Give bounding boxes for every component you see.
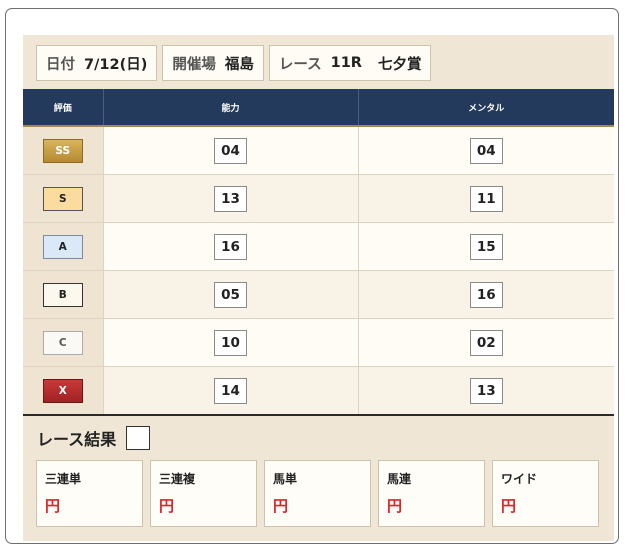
date-label: 日付 — [46, 56, 75, 73]
rank-badge-x: X — [42, 378, 83, 403]
race-result-heading: レース結果 — [37, 425, 151, 451]
table-row: S 13 11 — [23, 174, 614, 223]
ability-number: 13 — [214, 185, 247, 212]
header-rank: 評価 — [23, 89, 104, 126]
prediction-panel: 日付 7/12(日) 開催場 福島 レース 11R 七夕賞 評価 能力 メンタル — [23, 35, 614, 541]
table-header-row: 評価 能力 メンタル — [23, 89, 614, 126]
race-label: レース — [278, 56, 322, 73]
race-info-row: 日付 7/12(日) 開催場 福島 レース 11R 七夕賞 — [36, 45, 432, 81]
payout-list: 三連単 円 三連複 円 馬単 円 馬連 円 ワイド 円 — [36, 460, 599, 527]
payout-value: 円 — [159, 497, 175, 515]
ability-number: 05 — [214, 281, 247, 308]
mental-number: 16 — [469, 281, 503, 308]
mental-number: 13 — [469, 377, 503, 404]
rank-badge-ss: SS — [42, 138, 83, 163]
ability-number: 10 — [214, 329, 247, 356]
payout-label: 馬単 — [273, 472, 298, 486]
ability-number: 04 — [214, 137, 247, 164]
race-result-title: レース結果 — [37, 430, 117, 449]
ability-number: 14 — [214, 377, 247, 404]
payout-label: 三連単 — [45, 472, 82, 486]
mental-number: 04 — [469, 137, 503, 164]
prediction-card: 日付 7/12(日) 開催場 福島 レース 11R 七夕賞 評価 能力 メンタル — [5, 8, 619, 544]
race-box: レース 11R 七夕賞 — [268, 45, 432, 81]
rank-badge-c: C — [42, 330, 83, 355]
mental-number: 11 — [469, 185, 503, 212]
payout-exacta: 馬単 円 — [264, 460, 371, 527]
payout-label: ワイド — [501, 472, 538, 486]
race-number: 11R — [330, 55, 362, 71]
payout-trio: 三連複 円 — [150, 460, 257, 527]
payout-value: 円 — [501, 497, 517, 515]
payout-trifecta: 三連単 円 — [36, 460, 143, 527]
payout-wide: ワイド 円 — [492, 460, 599, 527]
table-row: A 16 15 — [23, 222, 614, 271]
venue-box: 開催場 福島 — [162, 45, 264, 81]
table-row: C 10 02 — [23, 318, 614, 367]
rank-badge-a: A — [42, 234, 83, 259]
rank-badge-s: S — [42, 186, 83, 211]
race-result-checkbox[interactable] — [126, 426, 151, 450]
race-name: 七夕賞 — [377, 56, 422, 73]
payout-value: 円 — [387, 497, 403, 515]
table-row: SS 04 04 — [23, 126, 614, 175]
mental-number: 02 — [469, 329, 503, 356]
date-value: 7/12(日) — [84, 56, 148, 73]
date-box: 日付 7/12(日) — [36, 45, 158, 81]
payout-label: 馬連 — [387, 472, 412, 486]
mental-number: 15 — [469, 233, 503, 260]
ability-number: 16 — [214, 233, 247, 260]
venue-value: 福島 — [224, 56, 254, 73]
rank-badge-b: B — [42, 282, 83, 307]
rating-table: 評価 能力 メンタル SS 04 04 S 13 11 A 16 15 B 05… — [23, 89, 614, 416]
venue-label: 開催場 — [172, 56, 216, 73]
payout-label: 三連複 — [159, 472, 196, 486]
table-row: X 14 13 — [23, 366, 614, 416]
payout-quinella: 馬連 円 — [378, 460, 485, 527]
header-ability: 能力 — [103, 89, 359, 126]
payout-value: 円 — [273, 497, 289, 515]
payout-value: 円 — [45, 497, 61, 515]
table-row: B 05 16 — [23, 270, 614, 319]
header-mental: メンタル — [358, 89, 614, 126]
